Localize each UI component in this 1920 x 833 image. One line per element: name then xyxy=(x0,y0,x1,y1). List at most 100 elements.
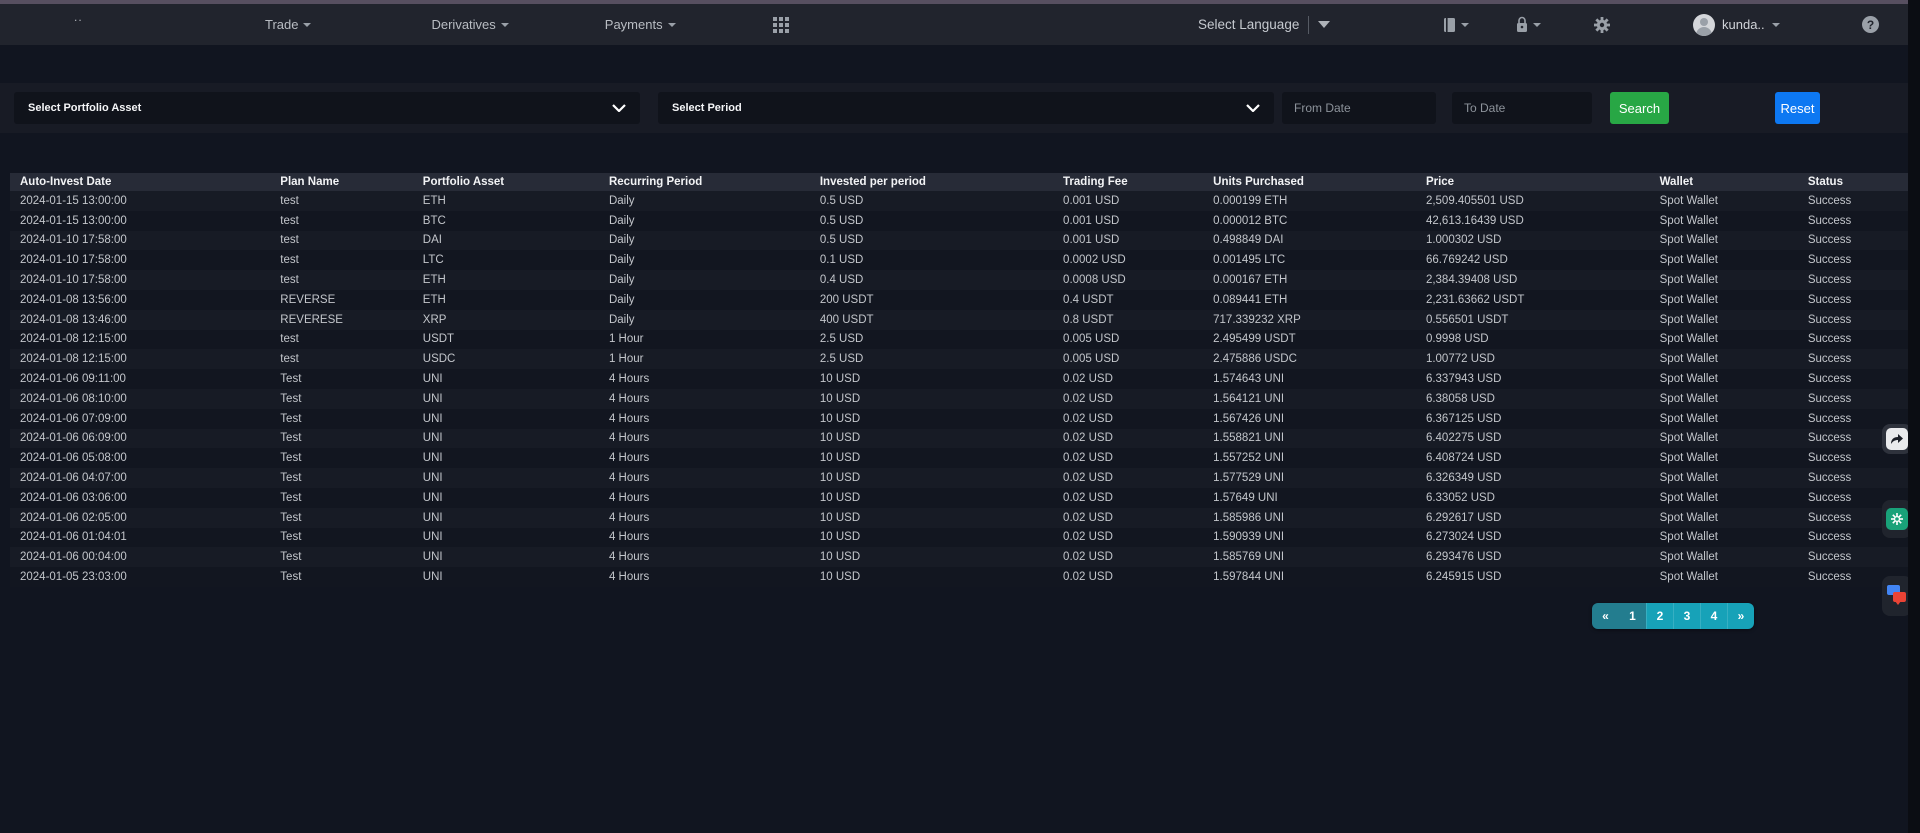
table-cell: 1.585769 UNI xyxy=(1203,547,1416,567)
chevron-down-icon xyxy=(501,23,509,27)
table-cell: 6.326349 USD xyxy=(1416,468,1650,488)
table-cell: 2024-01-15 13:00:00 xyxy=(10,191,270,211)
column-header: Portfolio Asset xyxy=(413,173,599,191)
nav-item-label: Payments xyxy=(605,17,663,32)
table-cell: 0.001 USD xyxy=(1053,191,1203,211)
table-cell: 10 USD xyxy=(810,547,1053,567)
table-cell: 0.8 USDT xyxy=(1053,310,1203,330)
table-cell: 4 Hours xyxy=(599,429,810,449)
chevron-down-icon xyxy=(612,104,626,112)
column-header: Units Purchased xyxy=(1203,173,1416,191)
table-cell: 42,613.16439 USD xyxy=(1416,211,1650,231)
table-cell: 1 Hour xyxy=(599,349,810,369)
nav-item-derivatives[interactable]: Derivatives xyxy=(431,17,508,32)
table-cell: Success xyxy=(1798,547,1910,567)
orders-menu-button[interactable] xyxy=(1442,4,1469,45)
avatar-body xyxy=(1696,27,1712,36)
from-date-input[interactable] xyxy=(1282,92,1436,124)
table-cell: test xyxy=(270,231,412,251)
table-cell: Test xyxy=(270,567,412,587)
table-cell: Success xyxy=(1798,211,1910,231)
table-cell: 10 USD xyxy=(810,409,1053,429)
pagination-next-button[interactable]: » xyxy=(1727,603,1754,629)
table-cell: 2.5 USD xyxy=(810,330,1053,350)
lock-icon xyxy=(1515,16,1529,33)
site-logo[interactable]: .. xyxy=(74,10,83,24)
table-cell: 0.02 USD xyxy=(1053,369,1203,389)
top-navbar: .. Trade Derivatives Payments Select Langu… xyxy=(0,4,1920,45)
table-cell: UNI xyxy=(413,429,599,449)
table-cell: ETH xyxy=(413,270,599,290)
user-menu[interactable]: kunda.. xyxy=(1693,4,1780,45)
to-date-input[interactable] xyxy=(1452,92,1592,124)
table-cell: 0.005 USD xyxy=(1053,330,1203,350)
table-cell: 2024-01-06 03:06:00 xyxy=(10,488,270,508)
security-menu-button[interactable] xyxy=(1515,4,1541,45)
table-row: 2024-01-06 09:11:00TestUNI4 Hours10 USD0… xyxy=(10,369,1910,389)
pagination: « 1234 » xyxy=(1592,603,1754,629)
column-header: Wallet xyxy=(1650,173,1798,191)
period-select[interactable]: Select Period xyxy=(658,92,1274,124)
table-cell: 6.367125 USD xyxy=(1416,409,1650,429)
table-cell: Spot Wallet xyxy=(1650,211,1798,231)
pagination-prev-button[interactable]: « xyxy=(1592,603,1619,629)
grid-dot xyxy=(773,29,777,33)
table-cell: 6.337943 USD xyxy=(1416,369,1650,389)
table-cell: Spot Wallet xyxy=(1650,409,1798,429)
table-cell: 2,384.39408 USD xyxy=(1416,270,1650,290)
auto-invest-history-table: Auto-Invest DatePlan NamePortfolio Asset… xyxy=(10,173,1910,587)
nav-item-trade[interactable]: Trade xyxy=(265,17,311,32)
table-cell: Daily xyxy=(599,290,810,310)
table-cell: 1.567426 UNI xyxy=(1203,409,1416,429)
table-cell: 0.000012 BTC xyxy=(1203,211,1416,231)
table-cell: Spot Wallet xyxy=(1650,191,1798,211)
pagination-page-4[interactable]: 4 xyxy=(1700,603,1727,629)
table-cell: 0.02 USD xyxy=(1053,468,1203,488)
table-cell: 0.089441 ETH xyxy=(1203,290,1416,310)
table-cell: 4 Hours xyxy=(599,528,810,548)
table-cell: 6.273024 USD xyxy=(1416,528,1650,548)
table-cell: 0.1 USD xyxy=(810,250,1053,270)
table-cell: 400 USDT xyxy=(810,310,1053,330)
pagination-page-1[interactable]: 1 xyxy=(1619,603,1646,629)
table-cell: 1.564121 UNI xyxy=(1203,389,1416,409)
table-cell: test xyxy=(270,349,412,369)
table-cell: 0.02 USD xyxy=(1053,409,1203,429)
table-cell: 0.5 USD xyxy=(810,231,1053,251)
table-cell: 0.000167 ETH xyxy=(1203,270,1416,290)
search-button[interactable]: Search xyxy=(1610,92,1669,124)
table-row: 2024-01-08 13:46:00REVERESEXRPDaily400 U… xyxy=(10,310,1910,330)
table-cell: Success xyxy=(1798,389,1910,409)
table-cell: 200 USDT xyxy=(810,290,1053,310)
table-cell: 2024-01-06 00:04:00 xyxy=(10,547,270,567)
pagination-page-3[interactable]: 3 xyxy=(1673,603,1700,629)
table-cell: ETH xyxy=(413,290,599,310)
pagination-page-2[interactable]: 2 xyxy=(1646,603,1673,629)
apps-grid-icon[interactable] xyxy=(773,17,789,33)
table-cell: 2024-01-06 08:10:00 xyxy=(10,389,270,409)
table-cell: UNI xyxy=(413,488,599,508)
column-header: Status xyxy=(1798,173,1910,191)
table-cell: 6.33052 USD xyxy=(1416,488,1650,508)
gear-icon xyxy=(1594,17,1610,33)
nav-item-payments[interactable]: Payments xyxy=(605,17,676,32)
table-cell: 2024-01-08 12:15:00 xyxy=(10,349,270,369)
table-cell: Daily xyxy=(599,211,810,231)
divider xyxy=(1308,16,1309,34)
portfolio-asset-select[interactable]: Select Portfolio Asset xyxy=(14,92,640,124)
language-selector[interactable]: Select Language xyxy=(1198,4,1330,45)
chevron-down-icon xyxy=(1533,23,1541,27)
reset-button[interactable]: Reset xyxy=(1775,92,1820,124)
table-cell: 0.005 USD xyxy=(1053,349,1203,369)
table-row: 2024-01-08 12:15:00testUSDC1 Hour2.5 USD… xyxy=(10,349,1910,369)
table-cell: 10 USD xyxy=(810,488,1053,508)
table-cell: UNI xyxy=(413,409,599,429)
table-cell: 1.57649 UNI xyxy=(1203,488,1416,508)
help-icon[interactable]: ? xyxy=(1862,16,1879,33)
table-cell: Daily xyxy=(599,270,810,290)
table-cell: UNI xyxy=(413,389,599,409)
table-cell: 10 USD xyxy=(810,389,1053,409)
table-cell: UNI xyxy=(413,508,599,528)
scrollbar[interactable] xyxy=(1908,0,1920,833)
settings-button[interactable] xyxy=(1594,4,1610,45)
